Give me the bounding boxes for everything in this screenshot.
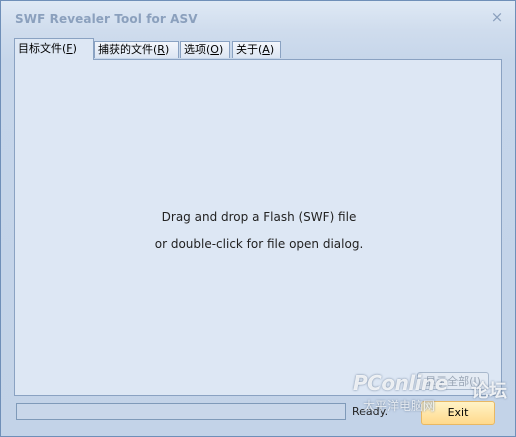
tab-mnemonic: A bbox=[262, 43, 270, 56]
tab-about[interactable]: 关于(A) bbox=[232, 41, 281, 58]
watermark-brand: PConline bbox=[353, 371, 448, 395]
tab-label: 目标文件 bbox=[18, 42, 62, 55]
tab-options[interactable]: 选项(O) bbox=[180, 41, 230, 58]
progress-bar bbox=[16, 403, 346, 420]
title-bar[interactable]: SWF Revealer Tool for ASV × bbox=[1, 1, 515, 33]
watermark-forum: 论坛 bbox=[471, 381, 507, 402]
tab-label: 选项 bbox=[184, 43, 206, 56]
app-window: SWF Revealer Tool for ASV × 目标文件(F) 捕获的文… bbox=[0, 0, 516, 437]
drop-instruction-line1: Drag and drop a Flash (SWF) file bbox=[161, 210, 357, 224]
tab-target-file[interactable]: 目标文件(F) bbox=[14, 38, 94, 60]
watermark-site: 太平洋电脑网 bbox=[363, 399, 436, 413]
tab-mnemonic: F bbox=[66, 42, 73, 55]
close-icon[interactable]: × bbox=[489, 9, 505, 25]
tab-captured-files[interactable]: 捕获的文件(R) bbox=[94, 41, 179, 58]
tab-label: 关于 bbox=[236, 43, 258, 56]
drop-instruction-line2: or double-click for file open dialog. bbox=[154, 237, 364, 251]
tab-mnemonic: R bbox=[157, 43, 165, 56]
tab-mnemonic: O bbox=[210, 43, 219, 56]
drop-area[interactable]: Drag and drop a Flash (SWF) file or doub… bbox=[14, 59, 502, 396]
tab-label: 捕获的文件 bbox=[98, 43, 153, 56]
window-title: SWF Revealer Tool for ASV bbox=[15, 12, 198, 26]
